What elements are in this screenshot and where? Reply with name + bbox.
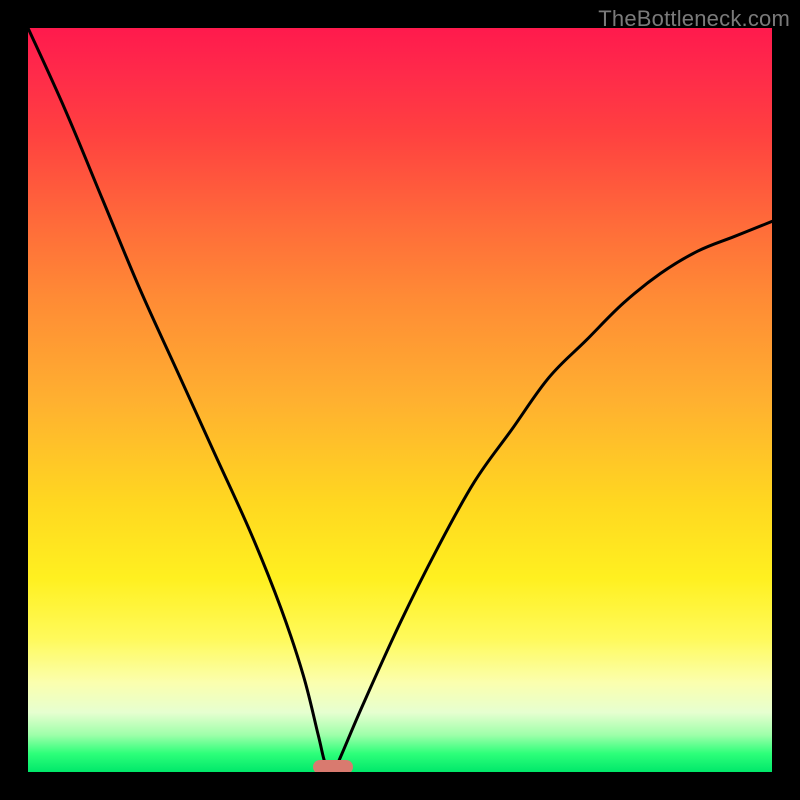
optimum-marker [313, 760, 353, 772]
bottleneck-curve [28, 28, 772, 772]
chart-frame: TheBottleneck.com [0, 0, 800, 800]
curve-svg [28, 28, 772, 772]
plot-area [28, 28, 772, 772]
